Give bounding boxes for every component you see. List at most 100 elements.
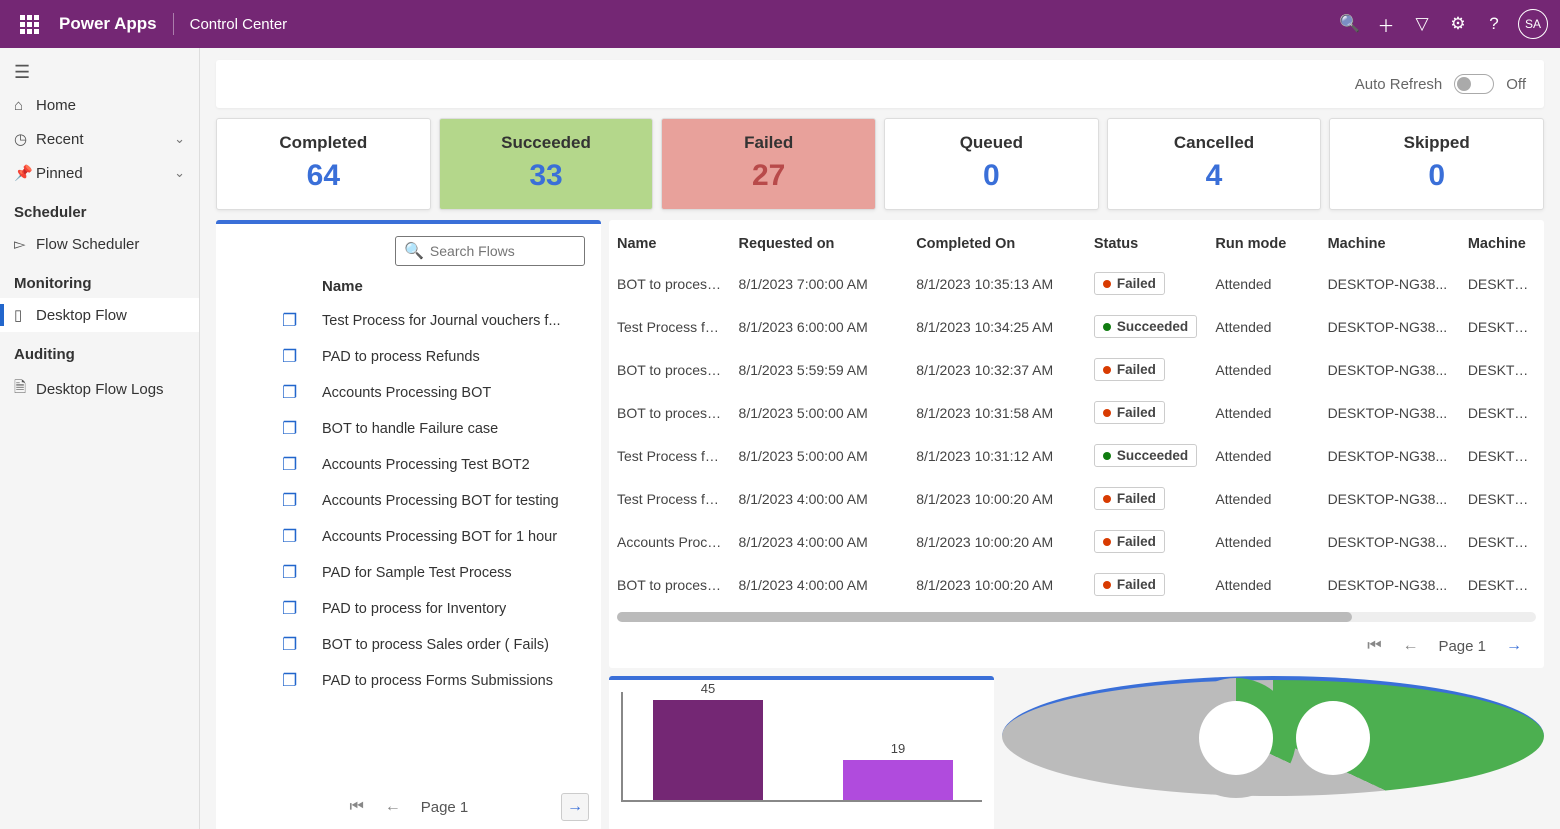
auto-refresh-toggle[interactable] [1454,74,1494,94]
cell-completed: 8/1/2023 10:00:20 AM [908,477,1086,520]
table-header[interactable]: Run mode [1207,226,1319,262]
table-row[interactable]: BOT to process ...8/1/2023 4:00:00 AM8/1… [609,563,1544,606]
stat-value: 0 [1330,159,1543,193]
status-dot-icon [1103,280,1111,288]
pager-prev-icon[interactable]: ← [379,793,407,821]
stat-title: Failed [662,133,875,153]
table-row[interactable]: Test Process for ...8/1/2023 6:00:00 AM8… [609,305,1544,348]
table-horizontal-scrollbar[interactable] [617,612,1536,622]
table-row[interactable]: BOT to process ...8/1/2023 7:00:00 AM8/1… [609,262,1544,305]
sidebar-item-recent[interactable]: ◷Recent⌄ [0,122,199,156]
cell-status: Succeeded [1086,434,1208,477]
stat-card-failed[interactable]: Failed 27 [661,118,876,210]
search-icon[interactable]: 🔍 [1332,6,1368,42]
hamburger-icon[interactable]: ☰ [0,56,199,89]
main-content: Auto Refresh Off Completed64Succeeded33F… [200,48,1560,829]
sidebar-item-flow-scheduler[interactable]: ▻Flow Scheduler [0,227,199,261]
flow-name: Test Process for Journal vouchers f... [322,313,561,329]
cell-machine2: DESKTOP- [1460,434,1544,477]
cell-name: Test Process for ... [609,305,731,348]
brand-name[interactable]: Power Apps [59,14,157,34]
cell-status: Succeeded [1086,305,1208,348]
flow-row[interactable]: ❐PAD to process Refunds [222,339,595,375]
flow-row[interactable]: ❐Accounts Processing BOT for 1 hour [222,519,595,555]
table-row[interactable]: Test Process for ...8/1/2023 5:00:00 AM8… [609,434,1544,477]
table-pager-prev-icon[interactable]: ← [1396,632,1424,660]
chevron-down-icon: ⌄ [174,131,185,147]
stat-title: Succeeded [440,133,653,153]
cell-name: BOT to process ... [609,348,731,391]
table-row[interactable]: Accounts Proces...8/1/2023 4:00:00 AM8/1… [609,520,1544,563]
stat-card-skipped[interactable]: Skipped0 [1329,118,1544,210]
flow-row[interactable]: ❐Accounts Processing BOT [222,375,595,411]
flow-row[interactable]: ❐PAD to process Forms Submissions [222,663,595,699]
sidebar-section-scheduler: Scheduler [0,190,199,227]
table-row[interactable]: BOT to process ...8/1/2023 5:59:59 AM8/1… [609,348,1544,391]
bar-2 [843,760,953,800]
flow-row[interactable]: ❐BOT to handle Failure case [222,411,595,447]
flow-row[interactable]: ❐Accounts Processing BOT for testing [222,483,595,519]
sidebar-item-pinned[interactable]: 📌Pinned⌄ [0,156,199,190]
table-header[interactable]: Requested on [731,226,909,262]
flow-row[interactable]: ❐Accounts Processing Test BOT2 [222,447,595,483]
flow-row[interactable]: ❐PAD to process for Inventory [222,591,595,627]
sidebar-item-desktop-flow-logs[interactable]: 🗎Desktop Flow Logs [0,369,199,410]
status-badge: Failed [1094,401,1165,424]
stat-value: 33 [440,159,653,193]
cell-requested: 8/1/2023 5:59:59 AM [731,348,909,391]
table-row[interactable]: BOT to process ...8/1/2023 5:00:00 AM8/1… [609,391,1544,434]
cell-machine: DESKTOP-NG38... [1320,348,1460,391]
bar-value-2: 19 [891,741,905,756]
cell-requested: 8/1/2023 5:00:00 AM [731,434,909,477]
stat-card-queued[interactable]: Queued0 [884,118,1099,210]
table-pager-next-icon[interactable]: → [1500,632,1528,660]
cell-status: Failed [1086,477,1208,520]
cell-runmode: Attended [1207,348,1319,391]
table-header[interactable]: Completed On [908,226,1086,262]
waffle-icon[interactable] [12,7,47,42]
settings-icon[interactable]: ⚙ [1440,6,1476,42]
status-dot-icon [1103,323,1111,331]
table-header[interactable]: Machine [1320,226,1460,262]
add-icon[interactable]: ＋ [1368,6,1404,42]
stat-title: Queued [885,133,1098,153]
sidebar-item-desktop-flow[interactable]: ▯Desktop Flow [0,298,199,332]
donut-ring [1176,678,1296,798]
flow-name: PAD to process Forms Submissions [322,673,553,689]
pager-first-icon[interactable]: ⏮ [343,793,371,821]
search-flows-field[interactable] [430,243,576,259]
sidebar-item-home[interactable]: ⌂Home [0,89,199,122]
table-row[interactable]: Test Process for ...8/1/2023 4:00:00 AM8… [609,477,1544,520]
table-header[interactable]: Name [609,226,731,262]
cell-machine2: DESKTOP- [1460,563,1544,606]
table-header[interactable]: Status [1086,226,1208,262]
filter-icon[interactable]: ▽ [1404,6,1440,42]
table-header[interactable]: Machine [1460,226,1544,262]
table-pager-first-icon[interactable]: ⏮ [1360,632,1388,660]
stat-card-succeeded[interactable]: Succeeded 33 [439,118,654,210]
flow-name: BOT to process Sales order ( Fails) [322,637,549,653]
stat-card-completed[interactable]: Completed64 [216,118,431,210]
avatar[interactable]: SA [1518,9,1548,39]
flow-icon: ❐ [282,347,322,367]
search-flows-input[interactable]: 🔍 [395,236,585,266]
stat-value: 27 [662,159,875,193]
cell-requested: 8/1/2023 4:00:00 AM [731,477,909,520]
cell-machine: DESKTOP-NG38... [1320,563,1460,606]
flow-row[interactable]: ❐Test Process for Journal vouchers f... [222,303,595,339]
flow-row[interactable]: ❐BOT to process Sales order ( Fails) [222,627,595,663]
flow-row[interactable]: ❐PAD for Sample Test Process [222,555,595,591]
cell-completed: 8/1/2023 10:00:20 AM [908,563,1086,606]
flow-name: Accounts Processing Test BOT2 [322,457,530,473]
cell-completed: 8/1/2023 10:34:25 AM [908,305,1086,348]
bar-chart: 45 19 [609,676,994,829]
auto-refresh-label: Auto Refresh [1355,76,1443,93]
cell-runmode: Attended [1207,391,1319,434]
flow-name: PAD for Sample Test Process [322,565,512,581]
pager-next-icon[interactable]: → [561,793,589,821]
help-icon[interactable]: ? [1476,6,1512,42]
stat-value: 64 [217,159,430,193]
stat-card-cancelled[interactable]: Cancelled4 [1107,118,1322,210]
stats-row: Completed64Succeeded33Failed27Queued0Can… [216,118,1544,210]
status-badge: Failed [1094,358,1165,381]
